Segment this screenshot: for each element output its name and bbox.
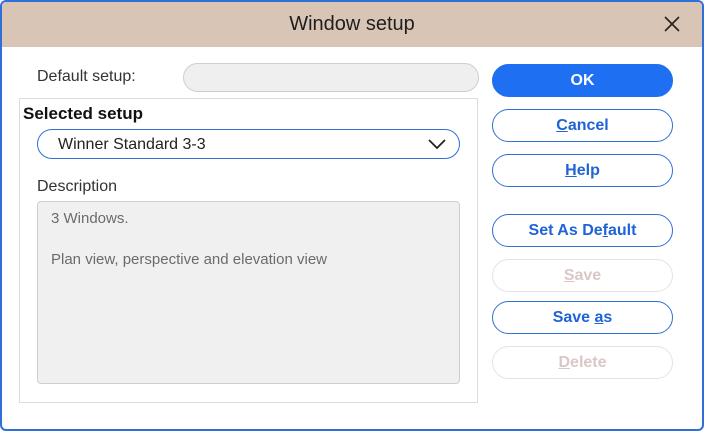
- default-setup-label: Default setup:: [37, 68, 136, 85]
- description-line: 3 Windows.: [51, 210, 129, 227]
- close-icon[interactable]: [660, 12, 684, 36]
- chevron-down-icon: [427, 136, 447, 152]
- description-label: Description: [37, 178, 118, 195]
- ok-button[interactable]: OK: [492, 64, 673, 97]
- save-button: Save: [492, 259, 673, 292]
- delete-button: Delete: [492, 346, 673, 379]
- title-bar: Window setup: [2, 2, 702, 47]
- dialog-title: Window setup: [289, 13, 415, 35]
- selected-setup-heading: Selected setup: [23, 104, 143, 123]
- window-setup-dialog: Window setup Default setup: Selected set…: [0, 0, 704, 431]
- help-button[interactable]: Help: [492, 154, 673, 187]
- setup-select-value: Winner Standard 3-3: [58, 136, 206, 153]
- cancel-button[interactable]: Cancel: [492, 109, 673, 142]
- description-box: 3 Windows. Plan view, perspective and el…: [37, 201, 460, 384]
- default-setup-field: [183, 63, 479, 92]
- save-as-button[interactable]: Save as: [492, 301, 673, 334]
- setup-select[interactable]: Winner Standard 3-3: [37, 129, 460, 159]
- set-as-default-button[interactable]: Set As Default: [492, 214, 673, 247]
- description-line: Plan view, perspective and elevation vie…: [51, 251, 327, 268]
